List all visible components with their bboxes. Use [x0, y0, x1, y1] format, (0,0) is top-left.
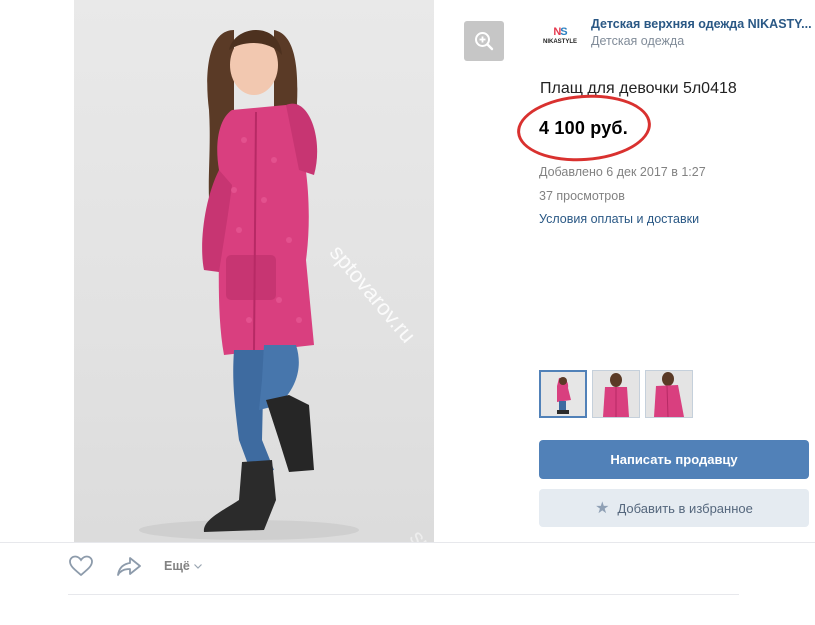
more-menu-button[interactable]: Ещё — [164, 559, 203, 573]
girl-in-pink-raincoat-image — [139, 30, 359, 540]
post-actions-bar: Ещё — [68, 555, 225, 577]
shop-name-link[interactable]: Детская верхняя одежда NIKASTY... — [591, 16, 813, 32]
divider — [0, 542, 815, 543]
shop-logo-text: NIKASTYLE — [542, 38, 577, 45]
shop-header: NS NIKASTYLE Детская верхняя одежда NIKA… — [540, 16, 813, 56]
like-button[interactable] — [68, 555, 94, 577]
views-count: 37 просмотров — [539, 189, 625, 203]
product-side-panel: NS NIKASTYLE Детская верхняя одежда NIKA… — [514, 0, 815, 542]
share-button[interactable] — [116, 555, 142, 577]
thumbnail-1-image — [541, 372, 585, 416]
thumbnail-3-image — [646, 371, 692, 417]
share-arrow-icon — [117, 557, 141, 576]
shop-logo[interactable]: NS NIKASTYLE — [540, 16, 580, 56]
added-date: Добавлено 6 дек 2017 в 1:27 — [539, 165, 706, 179]
thumbnail-2-image — [593, 371, 639, 417]
payment-delivery-terms-link[interactable]: Условия оплаты и доставки — [539, 212, 699, 226]
shop-logo-mark: NS — [553, 25, 567, 38]
add-to-favorites-label: Добавить в избранное — [617, 500, 753, 516]
zoom-in-icon — [475, 32, 494, 51]
shop-category: Детская одежда — [591, 34, 685, 48]
shop-info: Детская верхняя одежда NIKASTY... Детска… — [591, 16, 813, 56]
zoom-button[interactable] — [464, 21, 504, 61]
thumbnail-1[interactable] — [539, 370, 587, 418]
thumbnail-3[interactable] — [645, 370, 693, 418]
thumbnail-2[interactable] — [592, 370, 640, 418]
heart-icon — [69, 555, 93, 577]
add-to-favorites-button[interactable]: ★ Добавить в избранное — [539, 489, 809, 527]
product-title: Плащ для девочки 5л0418 — [540, 80, 737, 97]
more-label: Ещё — [164, 559, 190, 573]
product-photo[interactable]: sptovarov.ru sptovarov.ru — [74, 0, 434, 542]
chevron-down-icon — [193, 564, 202, 569]
thumbnail-strip — [539, 370, 693, 418]
contact-seller-button[interactable]: Написать продавцу — [539, 440, 809, 479]
product-photo-area: sptovarov.ru sptovarov.ru — [0, 0, 524, 542]
product-price: 4 100 руб. — [539, 118, 628, 138]
divider — [68, 594, 739, 595]
star-icon: ★ — [595, 500, 610, 517]
